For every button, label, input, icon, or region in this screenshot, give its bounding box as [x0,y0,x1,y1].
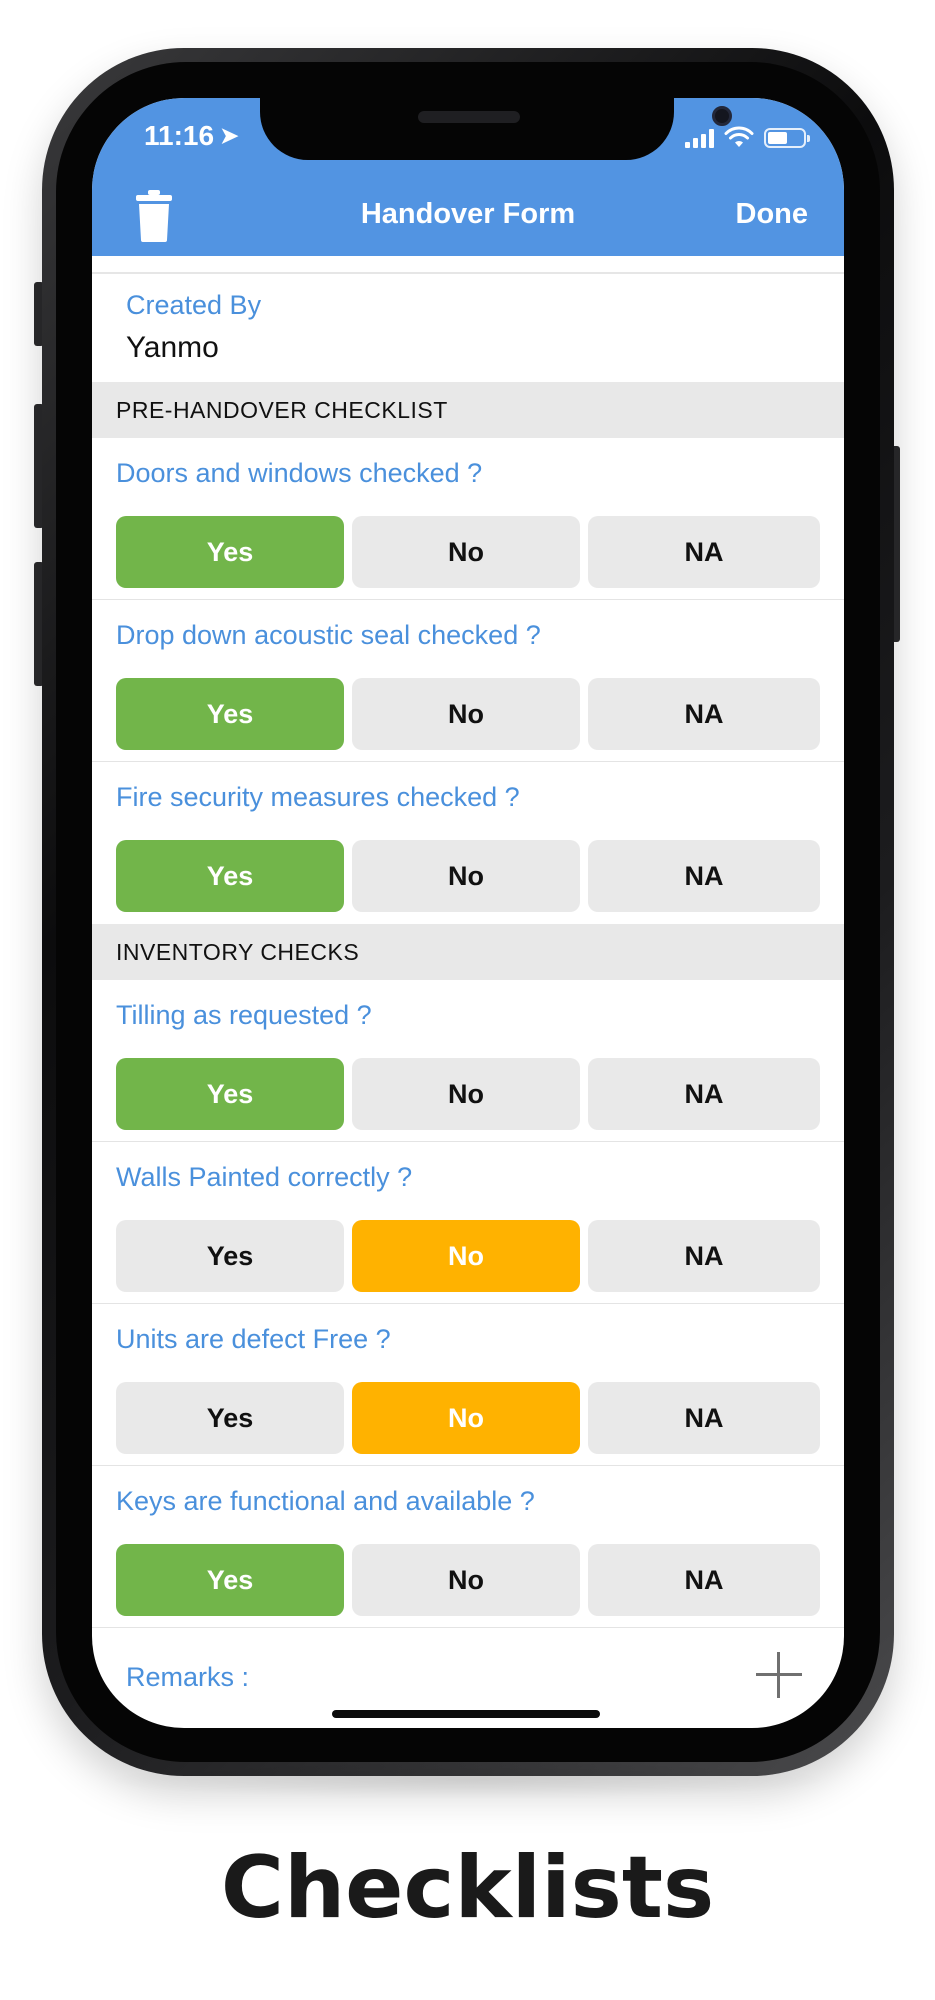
no-option[interactable]: No [352,1544,580,1616]
option-group: Yes No NA [116,1058,820,1130]
checklist-item: Drop down acoustic seal checked ? Yes No… [92,600,844,762]
checklist-item: Walls Painted correctly ? Yes No NA [92,1142,844,1304]
section-header-pre-handover: PRE-HANDOVER CHECKLIST [92,382,844,438]
caption-title: Checklists [220,1838,715,1938]
status-icons [685,126,810,148]
front-camera [712,106,732,126]
na-option[interactable]: NA [588,516,820,588]
location-arrow-icon: ➤ [220,123,239,148]
no-option[interactable]: No [352,1382,580,1454]
wifi-icon [724,126,754,147]
no-option[interactable]: No [352,516,580,588]
created-by-value: Yanmo [126,331,219,364]
option-group: Yes No NA [116,1382,820,1454]
plus-icon[interactable] [754,1650,804,1700]
yes-option[interactable]: Yes [116,678,344,750]
created-by-label: Created By [126,290,262,320]
na-option[interactable]: NA [588,678,820,750]
section-header-inventory: INVENTORY CHECKS [92,924,844,980]
question-label: Keys are functional and available ? [116,1486,535,1516]
remarks-field[interactable]: Remarks : [92,1628,844,1718]
speaker-grille [418,111,520,123]
remarks-label: Remarks : [126,1662,250,1692]
na-option[interactable]: NA [588,840,820,912]
created-by-field: Created By Yanmo [92,274,844,382]
battery-icon [764,128,810,148]
yes-option[interactable]: Yes [116,1220,344,1292]
na-option[interactable]: NA [588,1544,820,1616]
checklist-item: Units are defect Free ? Yes No NA [92,1304,844,1466]
no-option[interactable]: No [352,678,580,750]
question-label: Units are defect Free ? [116,1324,391,1354]
status-time-text: 11:16 [144,120,215,151]
option-group: Yes No NA [116,1544,820,1616]
checklist-item: Keys are functional and available ? Yes … [92,1466,844,1628]
option-group: Yes No NA [116,678,820,750]
form-content: Created By Yanmo PRE-HANDOVER CHECKLIST … [92,256,844,1718]
yes-option[interactable]: Yes [116,516,344,588]
done-button[interactable]: Done [736,198,809,231]
question-label: Drop down acoustic seal checked ? [116,620,541,650]
home-indicator [332,1710,600,1718]
option-group: Yes No NA [116,840,820,912]
no-option[interactable]: No [352,840,580,912]
phone-screen: 11:16 ➤ Handover Form Done Created By Ya… [92,98,844,1728]
question-label: Doors and windows checked ? [116,458,483,488]
checklist-item: Tilling as requested ? Yes No NA [92,980,844,1142]
phone-shadow [100,1760,835,1800]
option-group: Yes No NA [116,1220,820,1292]
no-option[interactable]: No [352,1220,580,1292]
status-time: 11:16 ➤ [144,120,239,152]
notch [260,98,732,160]
navigation-bar: 11:16 ➤ Handover Form Done [92,98,844,256]
na-option[interactable]: NA [588,1058,820,1130]
checklist-item: Doors and windows checked ? Yes No NA [92,438,844,600]
cellular-signal-icon [685,128,714,148]
na-option[interactable]: NA [588,1382,820,1454]
page-title: Handover Form [360,198,576,230]
checklist-item: Fire security measures checked ? Yes No … [92,762,844,924]
yes-option[interactable]: Yes [116,1544,344,1616]
na-option[interactable]: NA [588,1220,820,1292]
question-label: Tilling as requested ? [116,1000,372,1030]
yes-option[interactable]: Yes [116,1058,344,1130]
question-label: Walls Painted correctly ? [116,1162,413,1192]
question-label: Fire security measures checked ? [116,782,520,812]
yes-option[interactable]: Yes [116,1382,344,1454]
no-option[interactable]: No [352,1058,580,1130]
option-group: Yes No NA [116,516,820,588]
yes-option[interactable]: Yes [116,840,344,912]
